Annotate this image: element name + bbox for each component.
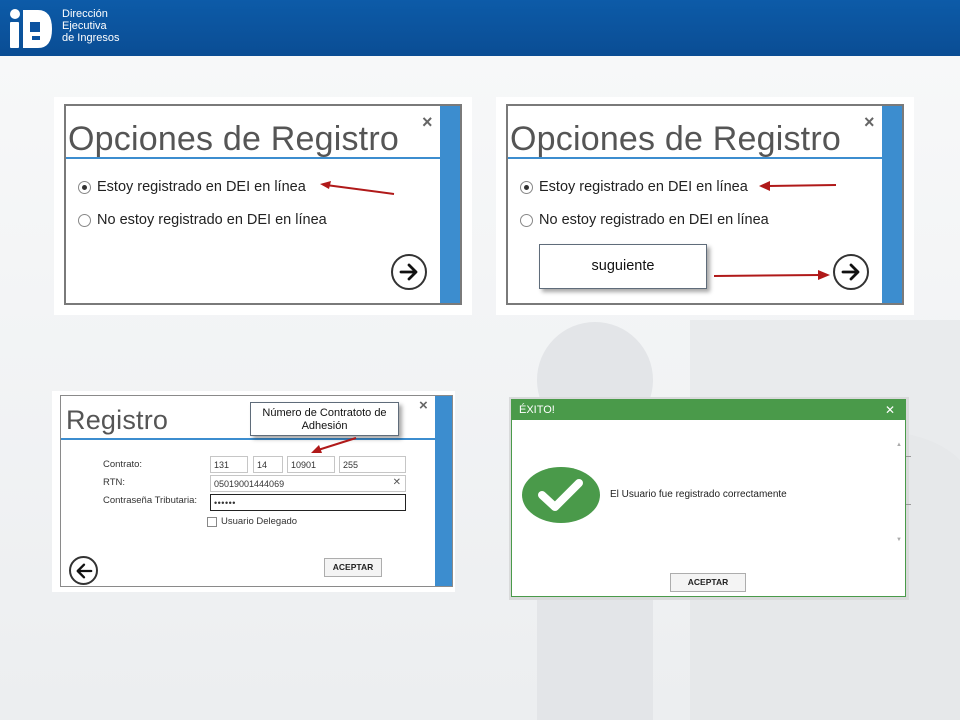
- option-label: Estoy registrado en DEI en línea: [539, 179, 748, 195]
- password-field[interactable]: ••••••: [210, 494, 406, 511]
- close-icon[interactable]: ×: [864, 112, 875, 133]
- contract-label: Contrato:: [103, 459, 143, 470]
- side-lines: [906, 504, 911, 505]
- option-label: No estoy registrado en DEI en línea: [539, 212, 769, 228]
- success-dialog-header: ÉXITO! ✕: [512, 400, 905, 420]
- next-button[interactable]: [391, 254, 427, 290]
- logo-line-3: de Ingresos: [62, 32, 120, 44]
- radio-button-selected[interactable]: [78, 180, 91, 194]
- radio-button[interactable]: [78, 213, 91, 227]
- rtn-field[interactable]: 05019001444069 ✕: [210, 475, 406, 492]
- annotation-arrow-1: [320, 181, 395, 195]
- success-message: El Usuario fue registrado correctamente: [610, 489, 787, 500]
- dialog-title: Registro: [66, 405, 169, 435]
- contract-field-2[interactable]: 14: [253, 456, 283, 473]
- contract-field-4[interactable]: 255: [339, 456, 406, 473]
- dialog-side-bar: [440, 106, 460, 303]
- dialog-title: Opciones de Registro: [68, 120, 399, 158]
- option-not-registered[interactable]: No estoy registrado en DEI en línea: [78, 212, 327, 228]
- callout-line-1: Número de Contratoto de: [262, 407, 387, 419]
- title-underline: [508, 157, 884, 159]
- back-button[interactable]: [69, 556, 98, 585]
- option-label: Estoy registrado en DEI en línea: [97, 179, 306, 195]
- registration-options-dialog-1: Opciones de Registro × Estoy registrado …: [64, 104, 462, 305]
- logo-text: Dirección Ejecutiva de Ingresos: [62, 8, 119, 44]
- success-title: ÉXITO!: [519, 404, 555, 416]
- logo-line-2: Ejecutiva: [62, 20, 107, 32]
- contract-field-3[interactable]: 10901: [287, 456, 335, 473]
- app-header: Dirección Ejecutiva de Ingresos: [0, 0, 960, 56]
- clear-icon[interactable]: ✕: [393, 477, 401, 489]
- contract-field-1[interactable]: 131: [210, 456, 248, 473]
- rtn-label: RTN:: [103, 477, 125, 488]
- arrow-right-icon: [399, 263, 418, 281]
- accept-button[interactable]: ACEPTAR: [324, 558, 382, 577]
- scroll-down-icon[interactable]: ▼: [896, 537, 902, 543]
- close-icon[interactable]: ✕: [885, 400, 895, 420]
- success-dialog: ÉXITO! ✕ El Usuario fue registrado corre…: [511, 399, 906, 597]
- scroll-up-icon[interactable]: ▲: [896, 442, 902, 448]
- option-registered[interactable]: Estoy registrado en DEI en línea: [78, 179, 306, 195]
- rtn-value: 05019001444069: [214, 479, 285, 489]
- dialog-side-bar: [435, 396, 452, 586]
- title-underline: [66, 157, 442, 159]
- logo-line-1: Dirección: [62, 8, 108, 20]
- title-underline: [61, 438, 436, 440]
- annotation-arrow-2: [759, 181, 837, 191]
- arrow-right-icon: [841, 263, 860, 281]
- side-lines: [906, 456, 911, 457]
- next-callout: suguiente: [539, 244, 707, 289]
- close-icon[interactable]: ×: [422, 112, 433, 133]
- contract-callout: Número de Contratoto de Adhesión: [250, 402, 399, 436]
- arrow-left-icon: [76, 563, 93, 579]
- password-label: Contraseña Tributaria:: [103, 495, 197, 506]
- dialog-side-bar: [882, 106, 902, 303]
- callout-line-2: Adhesión: [301, 420, 348, 432]
- delegate-label: Usuario Delegado: [221, 516, 298, 527]
- annotation-arrow-4: [311, 437, 357, 453]
- radio-button-selected[interactable]: [520, 180, 533, 194]
- annotation-arrow-3: [713, 270, 830, 280]
- option-not-registered[interactable]: No estoy registrado en DEI en línea: [520, 212, 769, 228]
- next-button[interactable]: [833, 254, 869, 290]
- accept-button[interactable]: ACEPTAR: [670, 573, 746, 592]
- delegate-checkbox[interactable]: [207, 516, 217, 527]
- dialog-title: Opciones de Registro: [510, 120, 841, 158]
- option-registered[interactable]: Estoy registrado en DEI en línea: [520, 179, 748, 195]
- option-label: No estoy registrado en DEI en línea: [97, 212, 327, 228]
- dei-logo-icon: [10, 9, 52, 48]
- close-icon[interactable]: ×: [419, 397, 428, 414]
- check-icon: [522, 467, 600, 523]
- radio-button[interactable]: [520, 213, 533, 227]
- delegate-checkbox-row[interactable]: Usuario Delegado: [207, 516, 297, 527]
